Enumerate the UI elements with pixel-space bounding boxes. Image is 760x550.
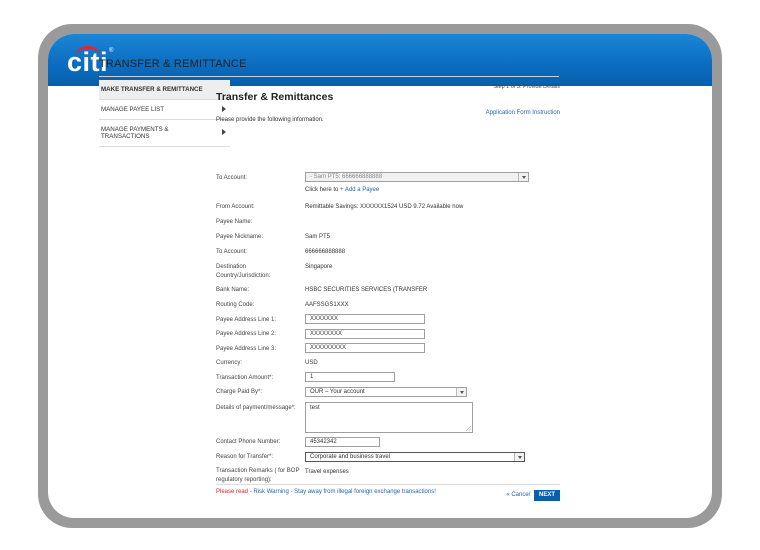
application-form-link[interactable]: Application Form Instruction [486,110,560,116]
footer-divider [216,484,560,485]
add-payee-row: Click here to + Add a Payee [305,187,379,193]
to-account-value-2: 666666888888 [305,249,346,255]
form-title: Transfer & Remittances [216,91,334,103]
risk-warning: Please read - Risk Warning - Stay away f… [216,489,436,495]
payee-nickname-value: Sam PT5 [305,234,331,240]
sidebar-item-manage-payments[interactable]: MANAGE PAYMENTS & TRANSACTIONS [99,120,230,147]
address-line-1-input[interactable]: XXXXXXX [305,314,425,324]
address-line-2-input[interactable]: XXXXXXXX [305,329,425,339]
details-textarea[interactable]: test [305,402,473,433]
dropdown-arrow-icon [456,388,466,396]
payee-name-label: Payee Name: [216,219,253,225]
to-account-label: To Account: [216,175,248,181]
details-label: Details of payment/message*: [216,405,296,411]
reason-select[interactable]: Corporate and business travel [305,452,525,462]
step-indicator: Step 1 of 3: Provide Details [493,84,560,90]
reason-label: Reason for Transfer*: [216,454,274,460]
from-account-value: Remittable Savings: XXXXXX1524 USD 9.72 … [305,204,464,210]
currency-label: Currency: [216,360,243,366]
bank-name-label: Bank Name: [216,287,250,293]
logo-registered-mark: ® [109,48,114,54]
details-value: test [310,405,320,411]
remarks-label: Transaction Remarks ( for BOP regulatory… [216,467,299,484]
destination-label-line-2: Country/Jurisdiction: [216,272,271,279]
sidebar-item-label: MAKE TRANSFER & REMITTANCE [101,86,203,93]
remarks-value: Travel expenses [305,469,349,475]
phone-label: Contact Phone Number: [216,439,281,445]
destination-label-line-1: Destination [216,264,247,270]
next-button[interactable]: NEXT [534,490,560,501]
from-account-label: From Account: [216,204,255,210]
sidebar-item-manage-payee[interactable]: MANAGE PAYEE LIST [99,100,230,120]
to-account-select-value: - Sam PT5: 666666888888 [310,174,383,180]
remarks-label-line-1: Transaction Remarks ( for BOP [216,468,300,474]
add-payee-prefix: Click here to [305,187,339,193]
page-title: TRANSFER & REMITTANCE [99,58,247,70]
resize-grip-icon[interactable] [466,426,471,431]
sidebar-item-label: MANAGE PAYMENTS & TRANSACTIONS [101,126,169,140]
dropdown-arrow-icon [518,173,528,181]
charge-paid-by-value: OUR – Your account [310,389,365,395]
remarks-label-line-2: regulatory reporting): [216,476,272,483]
routing-code-label: Routing Code: [216,302,255,308]
payee-nickname-label: Payee Nickname: [216,234,264,240]
form-intro: Please provide the following information… [216,117,324,123]
destination-value: Singapore [305,264,333,270]
address-line-2-label: Payee Address Line 2: [216,331,277,337]
sidebar-item-make-transfer[interactable]: MAKE TRANSFER & REMITTANCE [99,80,230,100]
amount-label: Transaction Amount*: [216,375,274,381]
transfer-form: Step 1 of 3: Provide Details Transfer & … [216,80,560,501]
reason-value: Corporate and business travel [310,454,391,460]
cancel-link[interactable]: « Cancel [506,492,530,498]
charge-paid-by-select[interactable]: OUR – Your account [305,387,467,397]
title-divider [99,76,559,77]
charge-paid-by-label: Charge Paid By*: [216,389,263,395]
routing-code-value: AAFSSGS1XXX [305,302,349,308]
add-payee-link[interactable]: + Add a Payee [340,187,379,193]
sidebar: MAKE TRANSFER & REMITTANCE MANAGE PAYEE … [99,80,230,147]
address-line-3-input[interactable]: XXXXXXXXX [305,343,425,353]
sidebar-item-label: MANAGE PAYEE LIST [101,106,165,113]
address-line-1-label: Payee Address Line 1: [216,317,277,323]
currency-value: USD [305,360,318,366]
address-line-3-label: Payee Address Line 3: [216,346,277,352]
dropdown-arrow-icon [514,453,524,461]
risk-warning-link[interactable]: - Risk Warning - Stay away from illegal … [250,489,436,495]
to-account-label-2: To Account: [216,249,248,255]
to-account-select[interactable]: - Sam PT5: 666666888888 [305,172,529,182]
bank-name-value: HSBC SECURITIES SERVICES (TRANSFER [305,287,428,293]
phone-input[interactable]: 45342342 [305,437,380,447]
please-read-text: Please read [216,489,249,495]
destination-label: Destination Country/Jurisdiction: [216,263,270,280]
amount-input[interactable]: 1 [305,372,395,382]
